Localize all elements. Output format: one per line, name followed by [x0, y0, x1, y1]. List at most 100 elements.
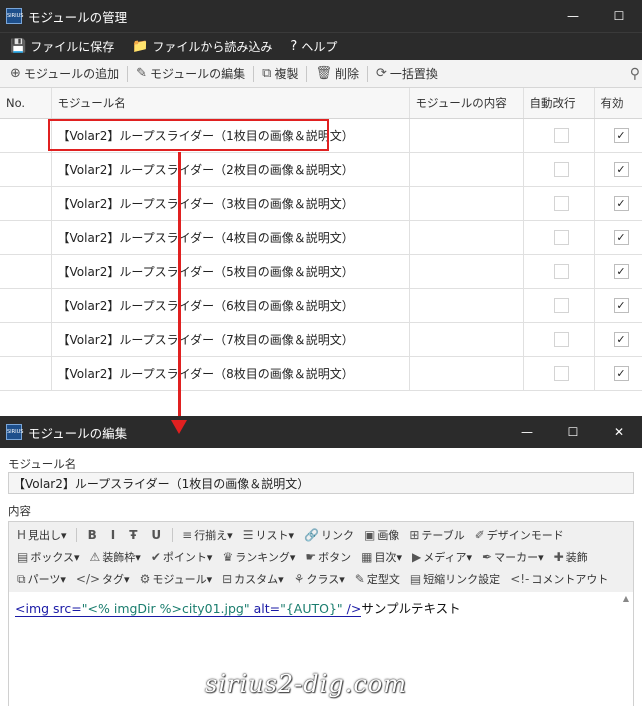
enabled-checkbox[interactable]: ✓	[613, 161, 629, 177]
minimize-button[interactable]: —	[504, 416, 550, 448]
toolbar-button-label: モジュールの追加	[23, 67, 120, 81]
editor-window-title: モジュールの編集	[28, 425, 128, 441]
image-button[interactable]: ▣ 画像	[360, 527, 403, 543]
table-row[interactable]: 【Volar2】ループスライダー（5枚目の画像＆説明文） ✓	[0, 254, 642, 289]
auto-break-checkbox[interactable]	[554, 161, 569, 177]
scroll-up-icon[interactable]: ▲	[623, 594, 629, 603]
maximize-button[interactable]: ☐	[596, 0, 642, 32]
menu-item-folder[interactable]: 📁 ファイルから読み込み	[132, 38, 272, 55]
replace-button[interactable]: ⟳ 一括置換	[372, 65, 442, 82]
search-icon[interactable]: ⚲	[630, 66, 640, 82]
content-label: 内容	[8, 504, 31, 518]
media-button[interactable]: ▶ メディア▾	[408, 549, 476, 565]
auto-break-checkbox[interactable]	[554, 297, 569, 313]
column-header-no[interactable]: No.	[0, 88, 52, 119]
trash-button[interactable]: 🗑 削除	[311, 65, 363, 82]
enabled-cell: ✓	[594, 220, 642, 255]
menu-item-help[interactable]: ? ヘルプ	[290, 38, 337, 55]
enabled-checkbox[interactable]: ✓	[613, 331, 629, 347]
align-button[interactable]: ≡ 行揃え▾	[178, 527, 237, 543]
template-icon: ✎	[354, 572, 365, 586]
module-name-input[interactable]: 【Volar2】ループスライダー（1枚目の画像＆説明文）	[8, 472, 634, 494]
module-content-cell	[409, 186, 524, 221]
media-icon: ▶	[412, 550, 422, 564]
module-content-cell	[409, 118, 524, 153]
design-mode-icon: ✐	[474, 528, 485, 542]
template-button[interactable]: ✎ 定型文	[351, 571, 404, 587]
list-button[interactable]: ☰ リスト▾	[239, 527, 298, 543]
code-textarea[interactable]: ▲ <img src="<% imgDir %>city01.jpg" alt=…	[9, 592, 633, 706]
heading-button[interactable]: H 見出し▾	[13, 527, 71, 543]
ranking-button[interactable]: ♛ ランキング▾	[218, 549, 299, 565]
box-button[interactable]: ▤ ボックス▾	[13, 549, 84, 565]
auto-break-checkbox[interactable]	[554, 365, 569, 381]
tag-icon: </>	[75, 572, 101, 586]
class-button[interactable]: ⚘ クラス▾	[290, 571, 349, 587]
menu-item-save[interactable]: 💾 ファイルに保存	[10, 38, 114, 55]
editor-button-label: 見出し▾	[28, 529, 67, 542]
link-icon: 🔗	[304, 528, 319, 542]
enabled-checkbox[interactable]: ✓	[613, 297, 629, 313]
column-header-name[interactable]: モジュール名	[51, 88, 410, 119]
strike-button[interactable]: Ŧ	[123, 528, 143, 542]
pencil-button[interactable]: ✎ モジュールの編集	[132, 65, 249, 82]
italic-button[interactable]: I	[105, 528, 121, 542]
ornament-button[interactable]: ✚ 装飾	[550, 549, 592, 565]
table-row[interactable]: 【Volar2】ループスライダー（6枚目の画像＆説明文） ✓	[0, 288, 642, 323]
enabled-checkbox[interactable]: ✓	[613, 263, 629, 279]
table-row[interactable]: 【Volar2】ループスライダー（1枚目の画像＆説明文） ✓	[0, 118, 642, 153]
editor-button-label: デザインモード	[486, 529, 564, 542]
enabled-checkbox[interactable]: ✓	[613, 365, 629, 381]
editor-button-label: 画像	[377, 529, 400, 542]
enabled-cell: ✓	[594, 254, 642, 289]
toc-button[interactable]: ▦ 目次▾	[357, 549, 406, 565]
table-row[interactable]: 【Volar2】ループスライダー（2枚目の画像＆説明文） ✓	[0, 152, 642, 187]
enabled-checkbox[interactable]: ✓	[613, 229, 629, 245]
shortlink-button[interactable]: ▤ 短縮リンク設定	[406, 571, 504, 587]
title-bar: SIRIUS モジュールの管理 — ☐	[0, 0, 642, 32]
table-icon: ⊞	[409, 528, 420, 542]
link-button[interactable]: 🔗 リンク	[300, 527, 358, 543]
table-row[interactable]: 【Volar2】ループスライダー（4枚目の画像＆説明文） ✓	[0, 220, 642, 255]
auto-break-cell	[523, 220, 595, 255]
add-button[interactable]: ⊕ モジュールの追加	[6, 65, 123, 82]
auto-break-checkbox[interactable]	[554, 263, 569, 279]
table-row[interactable]: 【Volar2】ループスライダー（3枚目の画像＆説明文） ✓	[0, 186, 642, 221]
arrow-shaft	[178, 152, 181, 424]
module-content-cell	[409, 322, 524, 357]
point-button[interactable]: ✔ ポイント▾	[147, 549, 217, 565]
tag-button[interactable]: </> タグ▾	[72, 571, 134, 587]
auto-break-checkbox[interactable]	[554, 331, 569, 347]
editor-button-label: 目次▾	[374, 551, 403, 564]
custom-button[interactable]: ⊟ カスタム▾	[218, 571, 288, 587]
decoration-button[interactable]: ⚠ 装飾枠▾	[86, 549, 145, 565]
table-row[interactable]: 【Volar2】ループスライダー（8枚目の画像＆説明文） ✓	[0, 356, 642, 391]
enabled-cell: ✓	[594, 152, 642, 187]
maximize-button[interactable]: ☐	[550, 416, 596, 448]
auto-break-checkbox[interactable]	[554, 195, 569, 211]
editor-button-label: クラス▾	[306, 573, 345, 586]
column-header-enabled[interactable]: 有効	[594, 88, 642, 119]
button-button[interactable]: ☛ ボタン	[301, 549, 355, 565]
enabled-checkbox[interactable]: ✓	[613, 195, 629, 211]
enabled-checkbox[interactable]: ✓	[613, 127, 629, 143]
column-header-auto-break[interactable]: 自動改行	[523, 88, 595, 119]
module-button[interactable]: ⚙ モジュール▾	[136, 571, 217, 587]
table-row[interactable]: 【Volar2】ループスライダー（7枚目の画像＆説明文） ✓	[0, 322, 642, 357]
close-button[interactable]: ✕	[596, 416, 642, 448]
underline-button[interactable]: U	[145, 528, 167, 542]
comment-out-button[interactable]: <!- コメントアウト	[506, 571, 612, 587]
minimize-button[interactable]: —	[550, 0, 596, 32]
column-header-content[interactable]: モジュールの内容	[409, 88, 524, 119]
marker-button[interactable]: ✒ マーカー▾	[478, 549, 548, 565]
parts-button[interactable]: ⧉ パーツ▾	[13, 571, 70, 587]
bold-button[interactable]: B	[82, 528, 103, 542]
row-number-cell	[0, 356, 52, 391]
auto-break-checkbox[interactable]	[554, 229, 569, 245]
duplicate-button[interactable]: ⧉ 複製	[258, 65, 302, 82]
editor-button-label: テーブル	[421, 529, 465, 542]
editor-toolbar-row: ⧉ パーツ▾ </> タグ▾ ⚙ モジュール▾ ⊟ カスタム▾ ⚘ クラス▾ ✎ 定型文 ▤ 短縮リンク設…	[13, 568, 629, 590]
table-button[interactable]: ⊞ テーブル	[405, 527, 468, 543]
auto-break-checkbox[interactable]	[554, 127, 569, 143]
design-mode-button[interactable]: ✐ デザインモード	[471, 527, 568, 543]
